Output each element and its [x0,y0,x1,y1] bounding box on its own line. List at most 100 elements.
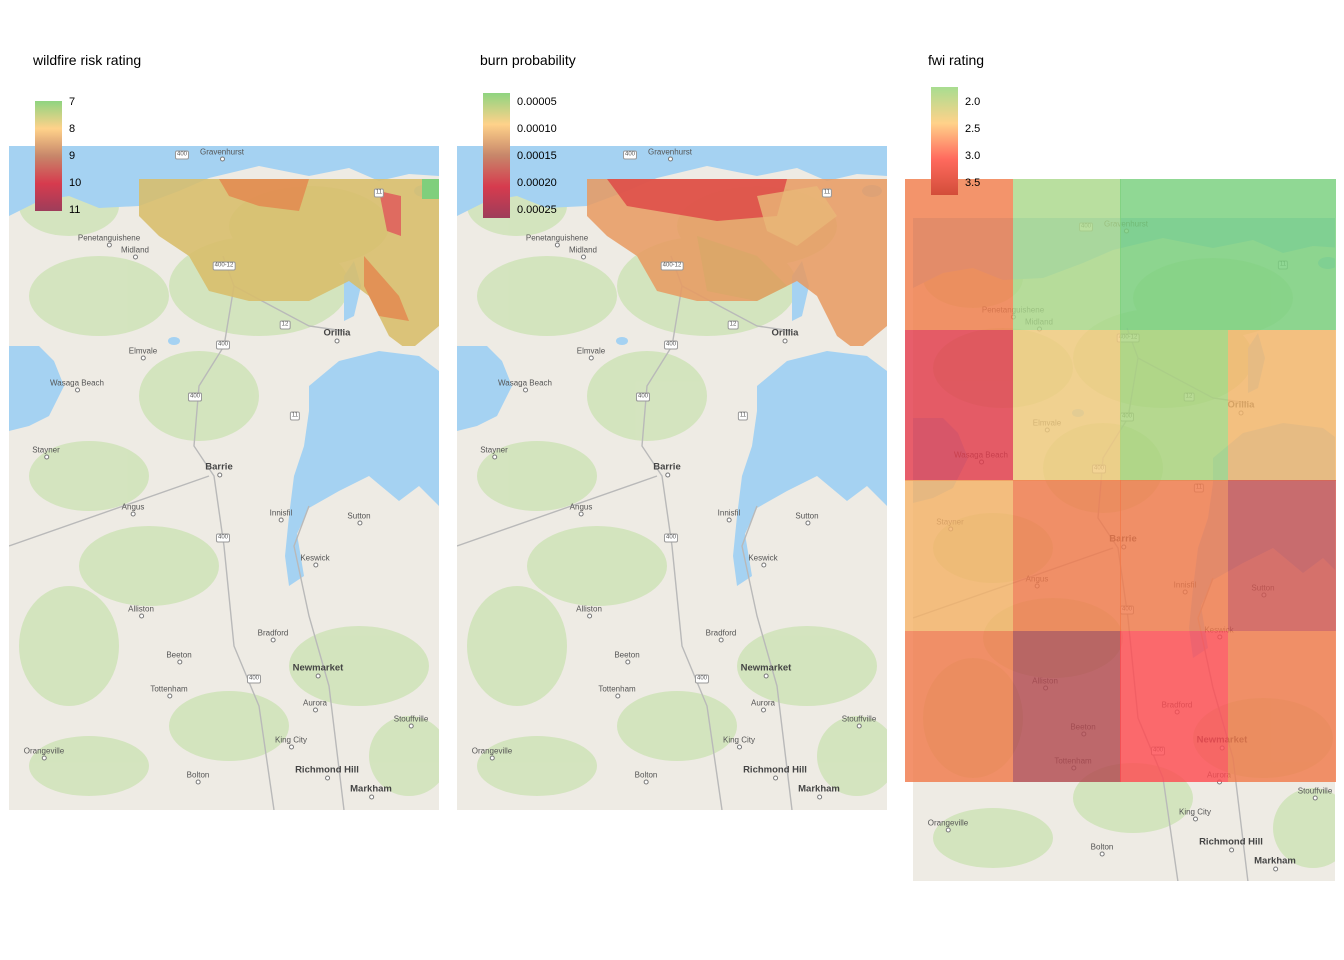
place-label: Bolton [186,770,210,785]
fwi-grid-cell [1012,179,1121,330]
place-label: Orangeville [23,746,65,761]
legend-colorbar [931,87,958,195]
fwi-grid-cell [1227,630,1336,782]
place-label: Sutton [795,511,819,526]
highway-shield: 400 [174,150,190,160]
legend-label: 3.0 [965,150,981,162]
place-label: Sutton [347,511,371,526]
highway-shield: 400 [635,392,651,402]
place-label: Midland [568,245,598,260]
legend-label: 9 [69,150,76,162]
place-label: Midland [120,245,150,260]
highway-shield: 400 [187,392,203,402]
place-label: Angus [121,502,145,517]
place-label: Newmarket [740,662,792,679]
place-label: Stouffville [841,714,877,729]
legend-label: 0.00025 [517,204,557,216]
place-label: Angus [569,502,593,517]
place-label: King City [1178,807,1212,822]
fwi-grid-cell [1012,480,1121,631]
place-label: Elmvale [128,346,158,361]
place-label: Wasaga Beach [50,378,104,393]
fwi-grid-cell [1120,630,1228,782]
legend-label: 11 [69,204,81,216]
map-panel-risk[interactable]: Gravenhurst Penetanguishene Midland Orillia… [9,146,439,810]
legend-label: 2.5 [965,123,981,135]
highway-shield: 400-12 [212,261,236,271]
legend-label: 7 [69,96,76,108]
place-label: Penetanguishene [77,233,141,248]
highway-shield: 400-12 [660,261,684,271]
legend-risk: 7 8 9 10 11 [35,93,115,218]
legend-colorbar [35,101,62,211]
fwi-grid-cell [1012,630,1121,782]
highway-shield: 400 [663,340,679,350]
fwi-grid-overlay [905,179,1336,782]
place-label: Stayner [32,445,60,460]
place-label: Orillia [323,327,351,344]
highway-shield: 400 [215,533,231,543]
fwi-grid-cell [1227,329,1336,481]
highway-shield: 400 [663,533,679,543]
place-label: Innisfil [269,508,293,523]
legend-label: 0.00005 [517,96,557,108]
fwi-grid-cell [1012,329,1121,481]
legend-label: 0.00020 [517,177,557,189]
place-label: Bradford [257,628,289,643]
place-label: Aurora [302,698,328,713]
highway-shield: 11 [373,188,385,198]
place-label: Penetanguishene [525,233,589,248]
place-label: Tottenham [598,684,636,699]
legend-label: 0.00010 [517,123,557,135]
place-label: Stayner [480,445,508,460]
place-label: Markham [350,783,392,800]
place-label: Stouffville [1297,786,1333,801]
place-label: Wasaga Beach [498,378,552,393]
map-panel-burn[interactable]: Gravenhurst Penetanguishene Midland Orillia… [457,146,887,810]
place-label: Alliston [128,604,154,619]
place-label: Keswick [748,553,778,568]
place-label: Innisfil [717,508,741,523]
place-label: Markham [798,783,840,800]
legend-fwi: 2.0 2.5 3.0 3.5 [931,87,1001,197]
place-label: Orangeville [927,818,969,833]
highway-shield: 400 [622,150,638,160]
place-label: King City [274,735,308,750]
fwi-grid-cell [905,480,1013,631]
highway-shield: 12 [727,320,739,330]
legend-colorbar [483,93,510,218]
fwi-grid-cell [905,179,1013,330]
place-label: Bolton [634,770,658,785]
place-label: Barrie [653,461,681,478]
highway-shield: 11 [289,411,301,421]
highway-shield: 400 [694,674,710,684]
legend-label: 2.0 [965,96,981,108]
legend-label: 10 [69,177,82,189]
fwi-grid-cell [1227,179,1336,330]
fwi-grid-cell [1227,480,1336,631]
highway-shield: 400 [215,340,231,350]
panel-title-risk: wildfire risk rating [33,52,142,68]
fwi-grid-cell [1120,329,1228,481]
place-label: Alliston [576,604,602,619]
place-label: Bolton [1090,842,1114,857]
place-label: Barrie [205,461,233,478]
place-label: Keswick [300,553,330,568]
place-label: King City [722,735,756,750]
place-label: Richmond Hill [1199,836,1263,853]
place-label: Beeton [166,650,192,665]
legend-burn: 0.00005 0.00010 0.00015 0.00020 0.00025 [483,93,573,218]
highway-shield: 400 [246,674,262,684]
place-label: Beeton [614,650,640,665]
place-label: Aurora [750,698,776,713]
fwi-grid-cell [905,329,1013,481]
place-label: Bradford [705,628,737,643]
place-label: Newmarket [292,662,344,679]
place-label: Tottenham [150,684,188,699]
legend-label: 3.5 [965,177,981,189]
highway-shield: 11 [821,188,833,198]
place-label: Stouffville [393,714,429,729]
highway-shield: 11 [737,411,749,421]
fwi-grid-cell [1120,480,1228,631]
place-label: Richmond Hill [743,764,807,781]
